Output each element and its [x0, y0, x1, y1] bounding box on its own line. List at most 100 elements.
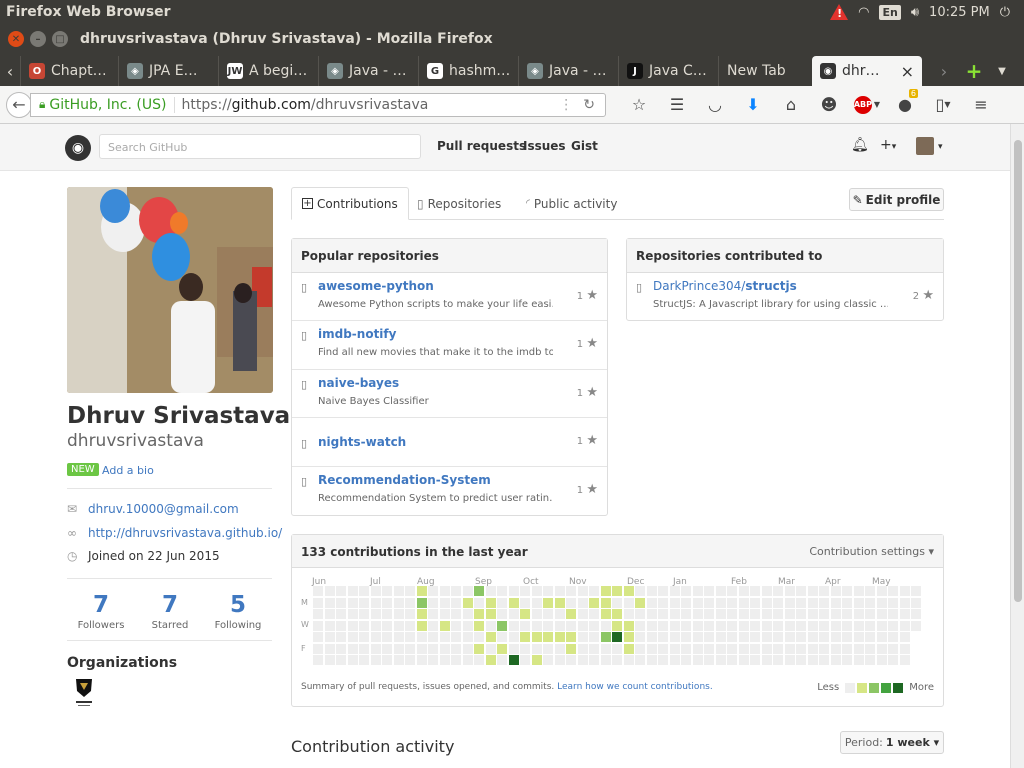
- contribution-day-cell[interactable]: [451, 632, 461, 642]
- contribution-day-cell[interactable]: [336, 597, 346, 608]
- contribution-day-cell[interactable]: [347, 620, 358, 631]
- contribution-day-cell[interactable]: [359, 655, 369, 665]
- contribution-day-cell[interactable]: [715, 643, 726, 654]
- list-item[interactable]: ▯ DarkPrince304/structjs StructJS: A Jav…: [627, 273, 943, 321]
- following-stat[interactable]: 5 Following: [204, 592, 272, 631]
- contribution-day-cell[interactable]: [784, 632, 795, 642]
- contribution-day-cell[interactable]: [600, 632, 611, 642]
- contribution-day-cell[interactable]: [669, 586, 680, 596]
- contribution-day-cell[interactable]: [554, 655, 565, 665]
- contribution-day-cell[interactable]: [842, 620, 852, 631]
- contribution-day-cell[interactable]: [589, 655, 599, 665]
- period-dropdown[interactable]: Period: 1 week ▾: [840, 731, 944, 754]
- contribution-day-cell[interactable]: [658, 655, 668, 665]
- contribution-day-cell[interactable]: [451, 597, 461, 608]
- contribution-day-cell[interactable]: [761, 597, 772, 608]
- contribution-day-cell[interactable]: [646, 609, 657, 619]
- contribution-day-cell[interactable]: [658, 632, 668, 642]
- contribution-day-cell[interactable]: [566, 632, 576, 642]
- contribution-day-cell[interactable]: [577, 655, 588, 665]
- contribution-day-cell[interactable]: [612, 632, 622, 642]
- contribution-day-cell[interactable]: [520, 632, 530, 642]
- contribution-day-cell[interactable]: [382, 586, 392, 596]
- contribution-day-cell[interactable]: [807, 632, 818, 642]
- contribution-day-cell[interactable]: [738, 620, 749, 631]
- contribution-day-cell[interactable]: [439, 609, 450, 619]
- contribution-settings-dropdown[interactable]: Contribution settings ▾: [809, 545, 934, 558]
- repo-name[interactable]: awesome-python: [318, 279, 434, 293]
- contribution-day-cell[interactable]: [462, 632, 473, 642]
- contribution-day-cell[interactable]: [577, 632, 588, 642]
- contribution-day-cell[interactable]: [888, 586, 898, 596]
- contribution-day-cell[interactable]: [865, 632, 875, 642]
- contribution-day-cell[interactable]: [428, 597, 438, 608]
- contribution-day-cell[interactable]: [842, 597, 852, 608]
- contribution-day-cell[interactable]: [819, 655, 829, 665]
- contribution-day-cell[interactable]: [853, 597, 864, 608]
- contribution-day-cell[interactable]: [439, 632, 450, 642]
- contribution-day-cell[interactable]: [554, 643, 565, 654]
- contribution-day-cell[interactable]: [876, 586, 887, 596]
- contribution-day-cell[interactable]: [313, 643, 323, 654]
- contribution-day-cell[interactable]: [669, 632, 680, 642]
- contribution-day-cell[interactable]: [738, 643, 749, 654]
- contribution-day-cell[interactable]: [589, 620, 599, 631]
- contribution-day-cell[interactable]: [324, 643, 335, 654]
- contribution-day-cell[interactable]: [324, 609, 335, 619]
- contribution-day-cell[interactable]: [566, 586, 576, 596]
- contribution-day-cell[interactable]: [577, 620, 588, 631]
- contribution-day-cell[interactable]: [635, 620, 645, 631]
- contribution-day-cell[interactable]: [750, 632, 760, 642]
- contribution-day-cell[interactable]: [462, 609, 473, 619]
- contribution-day-cell[interactable]: [497, 586, 507, 596]
- contribution-day-cell[interactable]: [704, 609, 714, 619]
- contribution-day-cell[interactable]: [853, 632, 864, 642]
- contribution-day-cell[interactable]: [474, 620, 484, 631]
- browser-tab[interactable]: JW A begi…: [218, 56, 318, 86]
- reading-list-icon[interactable]: ☰: [658, 95, 696, 114]
- contribution-day-cell[interactable]: [508, 632, 519, 642]
- contribution-day-cell[interactable]: [554, 597, 565, 608]
- contribution-day-cell[interactable]: [451, 620, 461, 631]
- contribution-day-cell[interactable]: [347, 655, 358, 665]
- contribution-day-cell[interactable]: [359, 643, 369, 654]
- contribution-day-cell[interactable]: [658, 609, 668, 619]
- contribution-day-cell[interactable]: [692, 597, 703, 608]
- contribution-day-cell[interactable]: [669, 609, 680, 619]
- adblock-icon[interactable]: ABP ▼: [848, 95, 886, 114]
- contribution-day-cell[interactable]: [865, 609, 875, 619]
- contribution-day-cell[interactable]: [681, 597, 691, 608]
- add-bio-link[interactable]: Add a bio: [102, 464, 154, 477]
- contribution-day-cell[interactable]: [497, 609, 507, 619]
- contribution-day-cell[interactable]: [370, 632, 381, 642]
- contribution-day-cell[interactable]: [497, 597, 507, 608]
- contribution-day-cell[interactable]: [807, 643, 818, 654]
- contribution-day-cell[interactable]: [508, 643, 519, 654]
- contribution-day-cell[interactable]: [485, 620, 496, 631]
- contribution-day-cell[interactable]: [796, 643, 806, 654]
- contribution-day-cell[interactable]: [313, 632, 323, 642]
- contribution-day-cell[interactable]: [531, 609, 542, 619]
- contribution-day-cell[interactable]: [853, 620, 864, 631]
- browser-tab[interactable]: J Java C…: [618, 56, 718, 86]
- contribution-day-cell[interactable]: [577, 586, 588, 596]
- contribution-day-cell[interactable]: [543, 643, 553, 654]
- contribution-day-cell[interactable]: [784, 586, 795, 596]
- contribution-day-cell[interactable]: [531, 643, 542, 654]
- contribution-day-cell[interactable]: [715, 586, 726, 596]
- contribution-day-cell[interactable]: [313, 597, 323, 608]
- contribution-day-cell[interactable]: [313, 620, 323, 631]
- contribution-day-cell[interactable]: [899, 609, 910, 619]
- contribution-day-cell[interactable]: [589, 609, 599, 619]
- contribution-day-cell[interactable]: [646, 597, 657, 608]
- contribution-day-cell[interactable]: [727, 643, 737, 654]
- clipboard-icon[interactable]: ▯ ▼: [924, 95, 962, 114]
- contribution-day-cell[interactable]: [727, 620, 737, 631]
- contribution-day-cell[interactable]: [669, 655, 680, 665]
- contribution-day-cell[interactable]: [853, 655, 864, 665]
- contribution-day-cell[interactable]: [612, 609, 622, 619]
- contribution-day-cell[interactable]: [451, 586, 461, 596]
- learn-more-link[interactable]: Learn how we count contributions.: [557, 682, 713, 692]
- contribution-day-cell[interactable]: [439, 643, 450, 654]
- browser-tab[interactable]: O Chapt…: [20, 56, 118, 86]
